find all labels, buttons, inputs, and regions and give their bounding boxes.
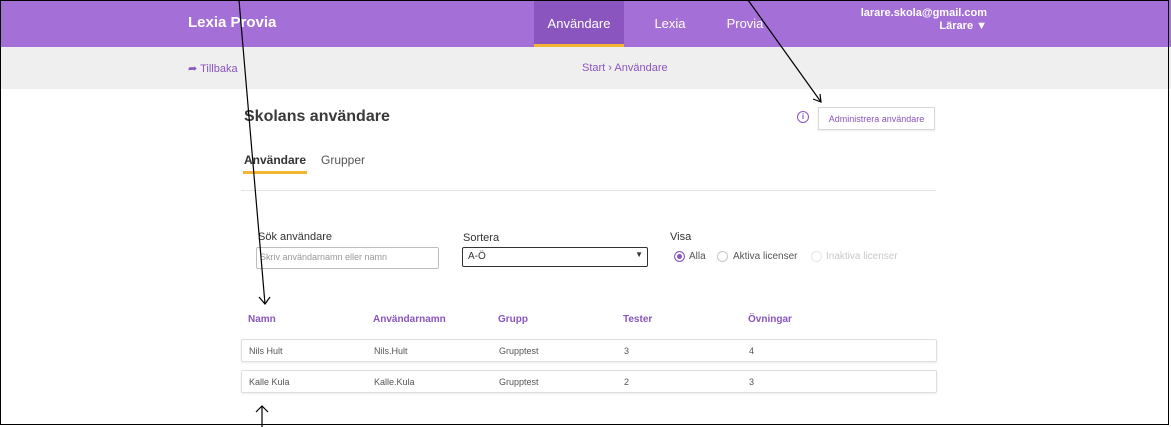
nav-anvandare[interactable]: Användare: [534, 0, 624, 47]
cell-namn: Nils Hult: [249, 346, 283, 356]
brand-logo[interactable]: Lexia Provia: [188, 14, 276, 31]
cell-grupp: Grupptest: [499, 377, 539, 387]
page-title: Skolans användare: [244, 108, 390, 125]
cell-anvandarnamn: Nils.Hult: [374, 346, 408, 356]
cell-ovningar: 4: [749, 346, 755, 356]
cell-grupp: Grupptest: [499, 346, 539, 356]
sort-value: A-Ö: [468, 251, 486, 262]
tab-grupper[interactable]: Grupper: [321, 153, 365, 167]
column-header-ovningar[interactable]: Övningar: [748, 314, 792, 325]
radio-aktiva-licenser[interactable]: [717, 251, 728, 262]
sort-select[interactable]: A-Ö ▼: [462, 247, 648, 267]
back-label: Tillbaka: [200, 63, 238, 75]
breadcrumb: Start › Användare: [582, 62, 668, 74]
cell-anvandarnamn: Kalle.Kula: [374, 377, 415, 387]
cell-namn: Kalle Kula: [249, 377, 290, 387]
cell-ovningar: 3: [749, 377, 755, 387]
nav-lexia[interactable]: Lexia: [640, 0, 700, 47]
radio-alla-label[interactable]: Alla: [689, 251, 706, 262]
section-divider: [241, 190, 936, 191]
search-input[interactable]: Skriv användarnamn eller namn: [256, 247, 439, 269]
sort-label: Sortera: [463, 232, 500, 244]
tab-anvandare[interactable]: Användare: [242, 153, 308, 174]
column-header-namn[interactable]: Namn: [248, 314, 276, 325]
user-email: larare.skola@gmail.com: [860, 7, 987, 19]
cell-tester: 3: [624, 346, 630, 356]
column-header-anvandarnamn[interactable]: Användarnamn: [373, 314, 446, 325]
table-row[interactable]: Kalle Kula Kalle.Kula Grupptest 2 3: [241, 370, 937, 393]
radio-inaktiva-licenser-label: Inaktiva licenser: [826, 251, 898, 262]
back-link[interactable]: ➦ Tillbaka: [188, 62, 238, 75]
nav-provia[interactable]: Provia: [715, 0, 775, 47]
back-arrow-icon: ➦: [188, 63, 198, 75]
subheader-bar: ➦ Tillbaka Start › Användare: [0, 47, 1171, 89]
column-header-grupp[interactable]: Grupp: [498, 314, 528, 325]
cell-tester: 2: [624, 377, 630, 387]
radio-alla[interactable]: [674, 251, 685, 262]
info-icon[interactable]: i: [797, 111, 809, 123]
show-label: Visa: [670, 231, 692, 243]
user-role-dropdown[interactable]: Lärare ▼: [939, 20, 987, 32]
radio-aktiva-licenser-label[interactable]: Aktiva licenser: [733, 251, 797, 262]
chevron-down-icon: ▼: [635, 250, 643, 259]
table-row[interactable]: Nils Hult Nils.Hult Grupptest 3 4: [241, 339, 937, 362]
administer-users-button[interactable]: Administrera användare: [818, 107, 935, 130]
search-label: Sök användare: [258, 231, 332, 243]
radio-inaktiva-licenser: [811, 251, 822, 262]
column-header-tester[interactable]: Tester: [623, 314, 652, 325]
top-navbar: Lexia Provia Användare Lexia Provia lara…: [0, 0, 1171, 47]
